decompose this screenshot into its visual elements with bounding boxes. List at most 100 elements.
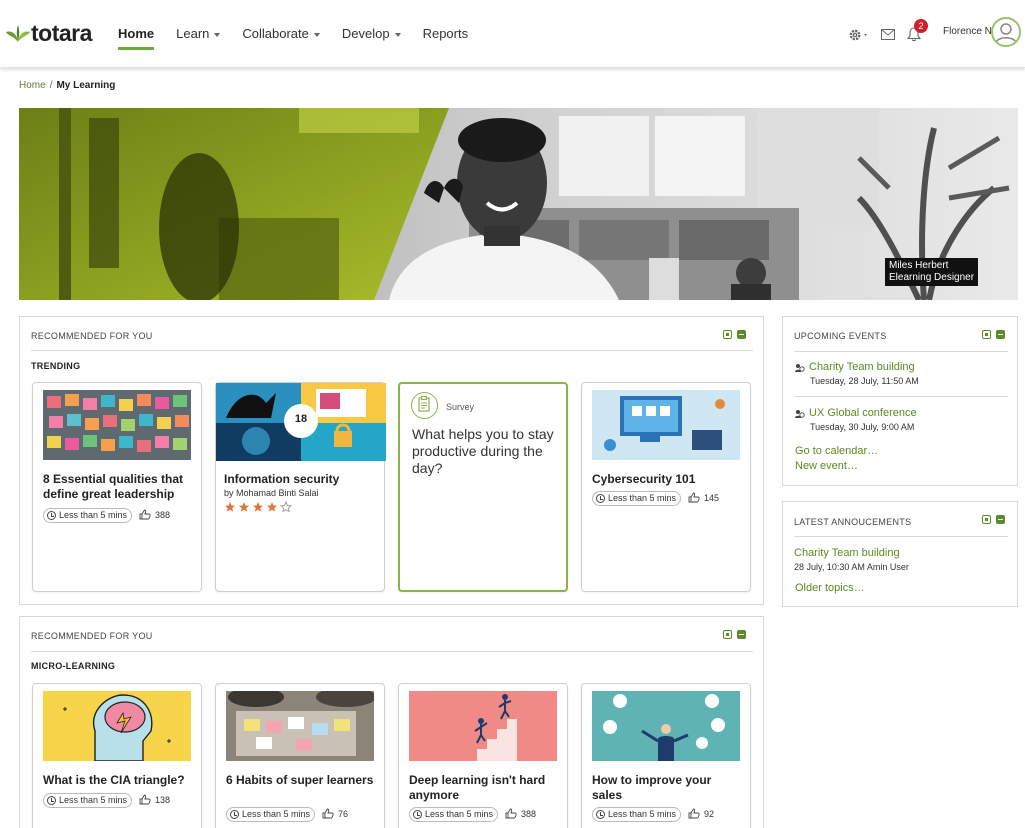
block-divider: [31, 651, 753, 652]
nav-home[interactable]: Home: [118, 26, 155, 50]
minimize-block-icon[interactable]: [737, 630, 746, 639]
survey-card[interactable]: Survey What helps you to stay productive…: [398, 382, 568, 592]
hero-banner: [19, 108, 1018, 300]
course-thumbnail: [43, 390, 191, 460]
top-navbar: totara Home Learn Collaborate Develop Re…: [0, 0, 1025, 68]
nav-home-label: Home: [118, 26, 155, 41]
event-divider: [794, 396, 1008, 397]
likes-count[interactable]: 388: [505, 808, 536, 819]
duration-pill: Less than 5 mins: [409, 807, 499, 822]
likes-count[interactable]: 92: [688, 808, 714, 819]
course-card[interactable]: 18 Information security by Mohamad Binti…: [215, 382, 386, 592]
course-thumbnail: [409, 691, 557, 761]
clock-icon: [47, 511, 56, 520]
duration-text: Less than 5 mins: [242, 809, 311, 819]
duration-pill: Less than 5 mins: [226, 807, 316, 822]
clock-icon: [596, 810, 605, 819]
course-title[interactable]: Information security: [224, 472, 374, 487]
event-group-icon: [795, 410, 805, 418]
announcement-link[interactable]: Charity Team building: [794, 547, 900, 559]
course-title[interactable]: 6 Habits of super learners: [226, 773, 376, 788]
thumbs-up-icon: [688, 808, 700, 819]
course-thumbnail: [43, 691, 191, 761]
survey-question[interactable]: What helps you to stay productive during…: [412, 426, 562, 477]
nav-learn-label: Learn: [176, 26, 210, 41]
move-block-icon[interactable]: [982, 330, 991, 339]
event-link[interactable]: Charity Team building: [809, 361, 915, 373]
clock-icon: [47, 796, 56, 805]
nav-collaborate[interactable]: Collaborate: [242, 26, 320, 41]
likes-count[interactable]: 145: [688, 492, 719, 503]
event-link[interactable]: UX Global conference: [809, 407, 917, 419]
go-to-calendar-link[interactable]: Go to calendar…: [795, 445, 878, 457]
course-card[interactable]: How to improve your sales Less than 5 mi…: [581, 683, 751, 828]
likes-count[interactable]: 76: [322, 808, 348, 819]
minimize-block-icon[interactable]: [737, 330, 746, 339]
block-title: UPCOMING EVENTS: [794, 331, 887, 341]
duration-text: Less than 5 mins: [59, 795, 128, 805]
latest-announcements-block: LATEST ANNOUCEMENTS Charity Team buildin…: [782, 501, 1018, 607]
user-name[interactable]: Florence N: [943, 26, 992, 37]
block-title: RECOMMENDED FOR YOU: [31, 631, 153, 641]
totara-logo[interactable]: totara: [6, 20, 92, 47]
gear-icon[interactable]: [848, 28, 870, 42]
course-thumbnail: [592, 390, 740, 460]
star-rating: [225, 501, 293, 513]
breadcrumb-separator: /: [49, 80, 53, 91]
block-divider: [31, 350, 753, 351]
notification-badge: 2: [914, 19, 928, 33]
hero-image: [19, 108, 1018, 300]
move-block-icon[interactable]: [982, 515, 991, 524]
course-card[interactable]: 6 Habits of super learners Less than 5 m…: [215, 683, 385, 828]
likes-value: 76: [338, 808, 349, 819]
course-title[interactable]: How to improve your sales: [592, 773, 742, 803]
course-card[interactable]: Deep learning isn't hard anymore Less th…: [398, 683, 568, 828]
course-title[interactable]: What is the CIA triangle?: [43, 773, 193, 788]
course-title[interactable]: Cybersecurity 101: [592, 472, 742, 487]
breadcrumb-home-link[interactable]: Home: [19, 80, 46, 91]
logo-text: totara: [31, 20, 92, 46]
duration-text: Less than 5 mins: [608, 493, 677, 503]
move-block-icon[interactable]: [723, 630, 732, 639]
duration-pill: Less than 5 mins: [43, 793, 133, 808]
older-topics-link[interactable]: Older topics…: [795, 582, 865, 594]
recommended-microlearning-block: RECOMMENDED FOR YOU MICRO-LEARNING What …: [19, 616, 764, 828]
chevron-down-icon: [313, 32, 320, 37]
course-card[interactable]: What is the CIA triangle? Less than 5 mi…: [32, 683, 202, 828]
block-subtitle: MICRO-LEARNING: [31, 661, 116, 671]
recommended-trending-block: RECOMMENDED FOR YOU TRENDING 8 Essential…: [19, 316, 764, 605]
nav-learn[interactable]: Learn: [176, 26, 221, 41]
breadcrumb: Home / My Learning: [19, 80, 115, 91]
likes-count[interactable]: 388: [139, 509, 170, 520]
thumbs-up-icon: [322, 808, 334, 819]
avatar[interactable]: [991, 17, 1021, 47]
survey-type-label: Survey: [446, 402, 475, 412]
course-title[interactable]: 8 Essential qualities that define great …: [43, 472, 193, 502]
event-date: Tuesday, 30 July, 9:00 AM: [810, 422, 915, 432]
upcoming-events-block: UPCOMING EVENTS Charity Team building Tu…: [782, 316, 1018, 486]
nav-develop[interactable]: Develop: [342, 26, 401, 41]
nav-reports-label: Reports: [422, 26, 469, 41]
breadcrumb-current: My Learning: [56, 80, 116, 91]
mail-icon[interactable]: [881, 29, 895, 40]
block-title: LATEST ANNOUCEMENTS: [794, 517, 912, 527]
course-title[interactable]: Deep learning isn't hard anymore: [409, 773, 559, 803]
course-card[interactable]: 8 Essential qualities that define great …: [32, 382, 202, 592]
likes-count[interactable]: 138: [139, 794, 170, 805]
new-event-link[interactable]: New event…: [795, 460, 858, 472]
minimize-block-icon[interactable]: [996, 330, 1005, 339]
duration-pill: Less than 5 mins: [43, 508, 133, 523]
course-card[interactable]: Cybersecurity 101 Less than 5 mins 145: [581, 382, 751, 592]
announcement-meta: 28 July, 10:30 AM Amin User: [794, 562, 909, 572]
move-block-icon[interactable]: [723, 330, 732, 339]
block-subtitle: TRENDING: [31, 361, 81, 371]
likes-value: 388: [521, 808, 537, 819]
chevron-down-icon: [394, 32, 401, 37]
main-nav: Home Learn Collaborate Develop Reports: [118, 26, 490, 50]
duration-pill: Less than 5 mins: [592, 491, 682, 506]
nav-reports[interactable]: Reports: [423, 26, 469, 41]
clipboard-icon: [411, 392, 438, 419]
thumbs-up-icon: [688, 492, 700, 503]
leaf-logo-icon: [6, 24, 30, 42]
minimize-block-icon[interactable]: [996, 515, 1005, 524]
